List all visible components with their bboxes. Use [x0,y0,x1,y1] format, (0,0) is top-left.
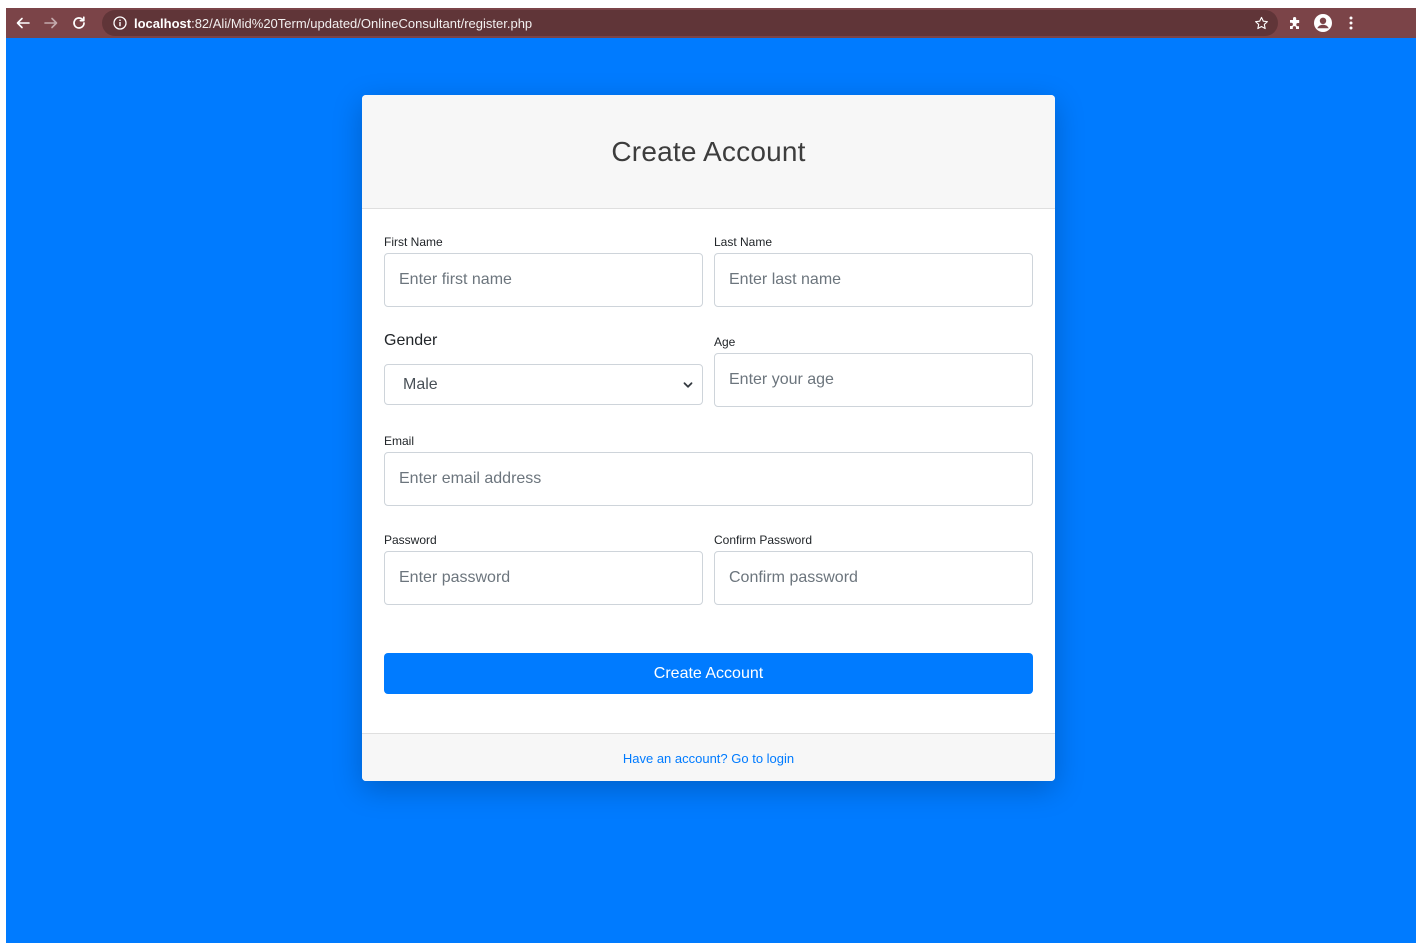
email-group: Email [384,434,1033,506]
confirm-password-label: Confirm Password [714,533,813,547]
confirm-password-input[interactable] [714,551,1033,605]
email-label: Email [384,434,415,448]
back-button[interactable] [12,12,34,34]
reload-button[interactable] [68,12,90,34]
gender-label: Gender [384,332,438,349]
register-card: Create Account First Name Last Name Gend… [362,95,1055,781]
address-bar[interactable]: localhost:82/Ali/Mid%20Term/updated/Onli… [102,10,1278,36]
bookmark-star-icon[interactable] [1252,14,1270,32]
last-name-label: Last Name [714,235,773,249]
chevron-down-icon [682,379,694,391]
age-label: Age [714,335,736,349]
first-name-input[interactable] [384,253,703,307]
extensions-puzzle-icon[interactable] [1284,12,1306,34]
password-label: Password [384,533,437,547]
go-to-login-link[interactable]: Have an account? Go to login [623,751,794,766]
create-account-button[interactable]: Create Account [384,653,1033,694]
confirm-password-group: Confirm Password [714,533,1033,605]
url-path: :82/Ali/Mid%20Term/updated/OnlineConsult… [191,15,533,31]
gender-group: Gender Male [384,332,703,405]
age-group: Age [714,335,1033,407]
first-name-group: First Name [384,235,703,307]
reload-icon [73,16,85,29]
profile-avatar-icon[interactable] [1312,12,1334,34]
card-header: Create Account [362,95,1055,209]
email-input[interactable] [384,452,1033,506]
age-input[interactable] [714,353,1033,407]
card-footer: Have an account? Go to login [362,733,1055,781]
password-input[interactable] [384,551,703,605]
menu-kebab-icon[interactable] [1340,12,1362,34]
page-title: Create Account [611,135,806,167]
info-icon[interactable] [112,15,128,31]
url-text: localhost:82/Ali/Mid%20Term/updated/Onli… [134,16,532,31]
password-group: Password [384,533,703,605]
first-name-label: First Name [384,235,443,249]
arrow-left-icon [16,17,30,29]
url-host: localhost [134,15,192,31]
browser-window: localhost:82/Ali/Mid%20Term/updated/Onli… [6,8,1416,943]
forward-button[interactable] [40,12,62,34]
gender-selected-value: Male [403,375,438,393]
gender-select[interactable]: Male [384,364,703,405]
last-name-group: Last Name [714,235,1033,307]
browser-toolbar: localhost:82/Ali/Mid%20Term/updated/Onli… [6,8,1416,38]
arrow-right-icon [44,17,58,29]
last-name-input[interactable] [714,253,1033,307]
